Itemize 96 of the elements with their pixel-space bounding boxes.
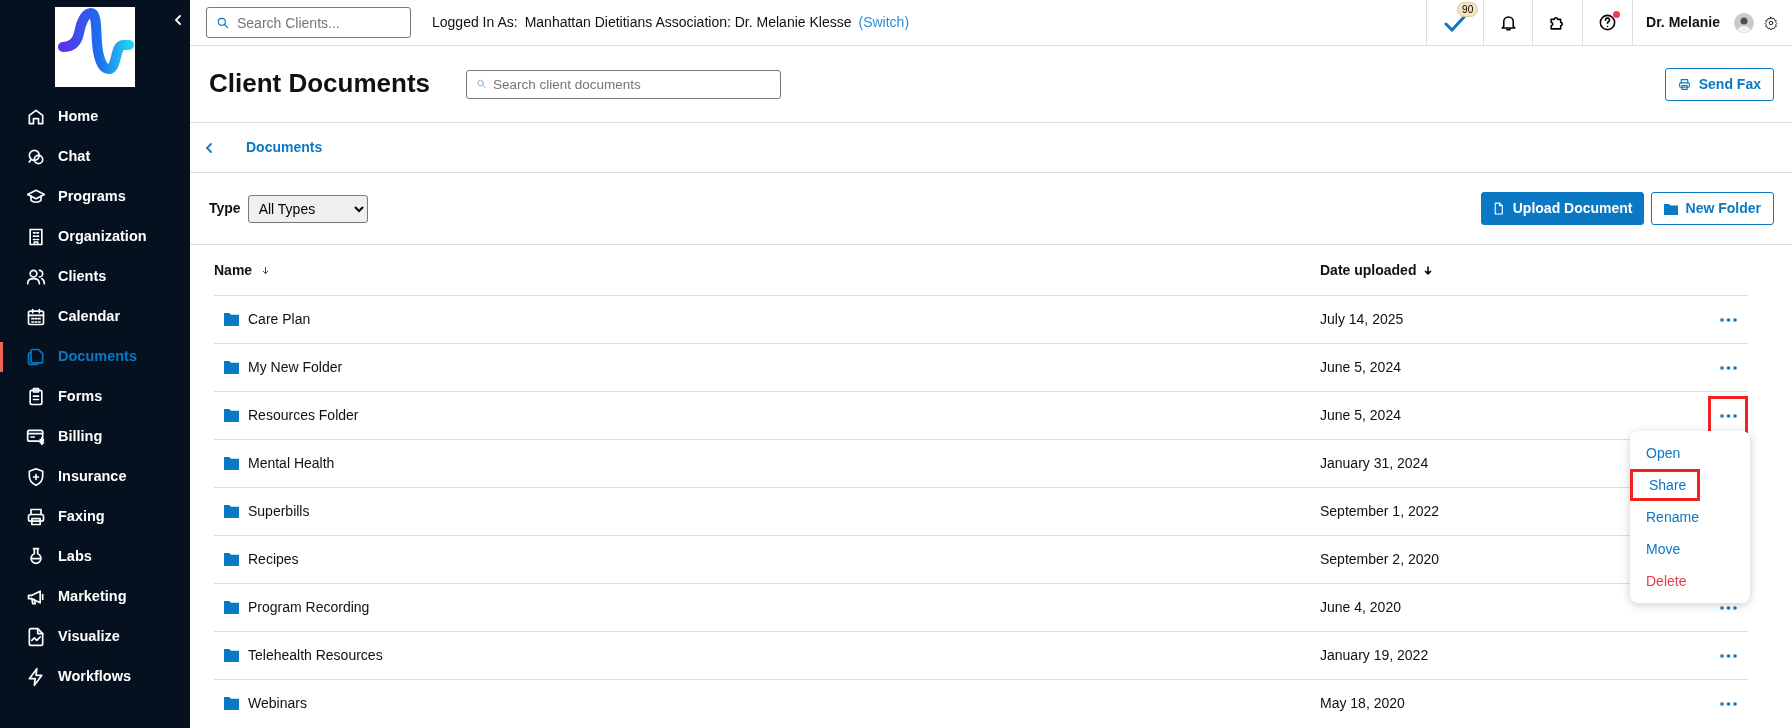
- documents-icon: [26, 347, 46, 367]
- folder-icon: [224, 505, 239, 518]
- folder-icon: [224, 313, 239, 326]
- folder-icon: [224, 553, 239, 566]
- menu-item[interactable]: Delete: [1630, 565, 1703, 597]
- folder-name[interactable]: Webinars: [248, 693, 307, 714]
- logged-in-label: Logged In As:: [432, 13, 518, 32]
- more-icon: [1719, 317, 1737, 322]
- folder-name[interactable]: Superbills: [248, 501, 310, 522]
- folder-icon: [224, 361, 239, 374]
- column-header[interactable]: Name: [214, 259, 253, 281]
- upload-document-button[interactable]: Upload Document: [1480, 192, 1644, 225]
- folder-name[interactable]: Resources Folder: [248, 405, 359, 426]
- type-select[interactable]: All Types: [247, 194, 368, 223]
- nav-item[interactable]: Chat: [0, 137, 190, 177]
- nav-item[interactable]: Clients: [0, 257, 190, 297]
- megaphone-icon: [26, 587, 46, 607]
- nav-item[interactable]: Programs: [0, 177, 190, 217]
- folder-icon: [224, 649, 239, 662]
- home-icon: [26, 107, 46, 127]
- folder-name[interactable]: My New Folder: [248, 357, 343, 378]
- help-icon: [1598, 13, 1618, 32]
- date-cell: May 18, 2020: [1320, 695, 1405, 711]
- sort-arrow-icon: [1423, 264, 1434, 276]
- account-name: Manhattan Dietitians Association: Dr. Melanie Klesse: [524, 13, 852, 32]
- people-icon: [26, 267, 46, 287]
- sort-arrow-icon: [261, 264, 271, 276]
- nav-item[interactable]: Billing: [0, 417, 190, 457]
- avatar[interactable]: [1734, 12, 1754, 33]
- notification-dot: [1613, 10, 1621, 18]
- folder-icon: [224, 409, 239, 422]
- page-title: Client Documents: [209, 68, 431, 100]
- date-cell: January 31, 2024: [1320, 455, 1429, 471]
- folder-icon: [224, 601, 239, 614]
- printer-icon: [1677, 77, 1691, 91]
- send-fax-button[interactable]: Send Fax: [1664, 67, 1774, 101]
- menu-item[interactable]: Move: [1630, 533, 1697, 565]
- chat-icon: [26, 147, 46, 167]
- search-field[interactable]: Search client documents: [466, 69, 782, 99]
- lightning-icon: [26, 667, 46, 687]
- more-icon: [1719, 365, 1737, 370]
- nav-item[interactable]: Marketing: [0, 577, 190, 617]
- user-name: Dr. Melanie: [1646, 13, 1720, 32]
- folder-icon: [224, 697, 239, 710]
- nav-item[interactable]: Calendar: [0, 297, 190, 337]
- date-cell: June 5, 2024: [1320, 407, 1401, 423]
- bill-icon: [26, 427, 46, 447]
- settings-icon[interactable]: [1764, 15, 1778, 30]
- switch-link[interactable]: (Switch): [858, 12, 910, 33]
- chart-icon: [26, 627, 46, 647]
- nav-item[interactable]: Documents: [0, 337, 190, 377]
- clipboard-icon: [26, 387, 46, 407]
- count-badge: 90: [1457, 1, 1479, 17]
- nav-item[interactable]: Visualize: [0, 617, 190, 657]
- shield-icon: [26, 467, 46, 487]
- date-cell: July 14, 2025: [1320, 311, 1404, 327]
- search-icon: [476, 78, 488, 90]
- nav-item[interactable]: Forms: [0, 377, 190, 417]
- tasks-button[interactable]: 90: [1426, 0, 1484, 46]
- more-icon: [1719, 413, 1737, 418]
- folder-icon: [1663, 202, 1678, 215]
- new-folder-button[interactable]: New Folder: [1650, 192, 1774, 225]
- search-field[interactable]: Search Clients...: [206, 7, 411, 38]
- date-cell: June 5, 2024: [1320, 359, 1401, 375]
- menu-item[interactable]: Rename: [1630, 501, 1715, 533]
- nav-item[interactable]: Organization: [0, 217, 190, 257]
- date-cell: September 2, 2020: [1320, 551, 1440, 567]
- more-icon: [1719, 605, 1737, 610]
- breadcrumb-link[interactable]: Documents: [246, 137, 323, 158]
- menu-item[interactable]: Open: [1630, 437, 1697, 469]
- folder-icon: [224, 457, 239, 470]
- more-icon: [1719, 701, 1737, 706]
- folder-name[interactable]: Mental Health: [248, 453, 335, 474]
- nav-item[interactable]: Faxing: [0, 497, 190, 537]
- building-icon: [26, 227, 46, 247]
- printer-icon: [26, 507, 46, 527]
- collapse-button[interactable]: [174, 14, 182, 26]
- calendar-icon: [26, 307, 46, 327]
- menu-item[interactable]: Share: [1630, 469, 1700, 501]
- column-header[interactable]: Date uploaded: [1320, 259, 1417, 281]
- date-cell: June 4, 2020: [1320, 599, 1401, 615]
- search-icon: [216, 15, 230, 30]
- nav-item[interactable]: Workflows: [0, 657, 190, 697]
- nav-item[interactable]: Home: [0, 97, 190, 137]
- folder-name[interactable]: Program Recording: [248, 597, 370, 618]
- nav-item[interactable]: Insurance: [0, 457, 190, 497]
- type-label: Type: [209, 199, 241, 218]
- date-cell: September 1, 2022: [1320, 503, 1440, 519]
- folder-name[interactable]: Telehealth Resources: [248, 645, 383, 666]
- folder-name[interactable]: Care Plan: [248, 309, 311, 330]
- chevron-left-icon: [204, 141, 213, 154]
- folder-name[interactable]: Recipes: [248, 549, 299, 570]
- nav-item[interactable]: Labs: [0, 537, 190, 577]
- date-cell: January 19, 2022: [1320, 647, 1429, 663]
- more-icon: [1719, 653, 1737, 658]
- chevron-left-icon: [174, 14, 182, 26]
